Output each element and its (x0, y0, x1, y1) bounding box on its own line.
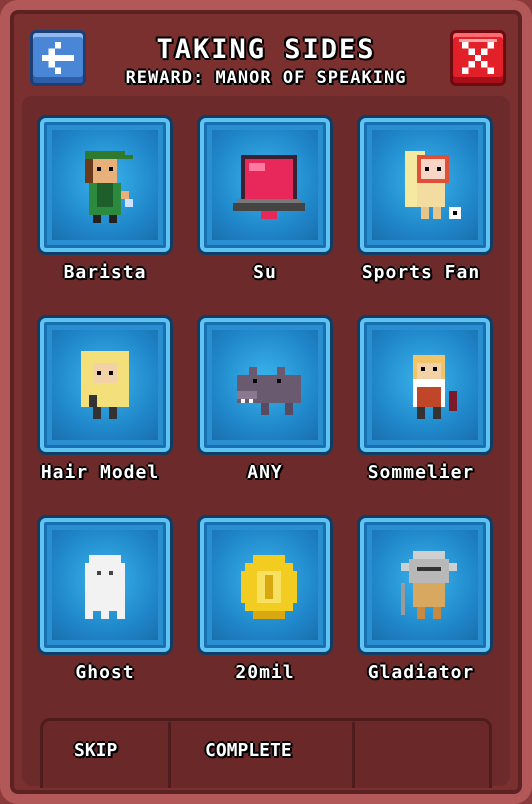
option-20mil[interactable] (200, 518, 330, 652)
sommelier-icon (413, 355, 457, 419)
option-sommelier[interactable] (360, 318, 490, 452)
option-label: Gladiator (367, 662, 475, 683)
option-label: Hair Model (40, 462, 160, 483)
complete-button[interactable]: COMPLETE (205, 740, 292, 761)
option-label: Sommelier (367, 462, 475, 483)
option-any[interactable] (200, 318, 330, 452)
option-label: Barista (63, 262, 147, 283)
option-label: Ghost (75, 662, 135, 683)
option-hair-model[interactable] (40, 318, 170, 452)
option-sports-fan[interactable] (360, 118, 490, 252)
option-label: Su (253, 262, 277, 283)
ghost-icon (85, 555, 125, 619)
gold-coin-icon (241, 555, 297, 619)
skip-button[interactable]: SKIP (74, 740, 117, 761)
option-su[interactable] (200, 118, 330, 252)
hair-model-icon (81, 351, 129, 419)
barista-icon (85, 151, 133, 223)
option-label: ANY (247, 462, 283, 483)
option-label: 20mil (235, 662, 295, 683)
option-label: Sports Fan (361, 262, 481, 283)
sports-fan-icon (405, 151, 461, 219)
close-button[interactable] (450, 30, 506, 86)
hippo-icon (237, 367, 301, 415)
option-gladiator[interactable] (360, 518, 490, 652)
footer-divider (352, 722, 355, 788)
close-x-icon (459, 39, 497, 74)
option-barista[interactable] (40, 118, 170, 252)
footer-divider (168, 722, 171, 788)
option-ghost[interactable] (40, 518, 170, 652)
su-bucks-icon (233, 155, 305, 219)
gladiator-icon (401, 551, 457, 619)
